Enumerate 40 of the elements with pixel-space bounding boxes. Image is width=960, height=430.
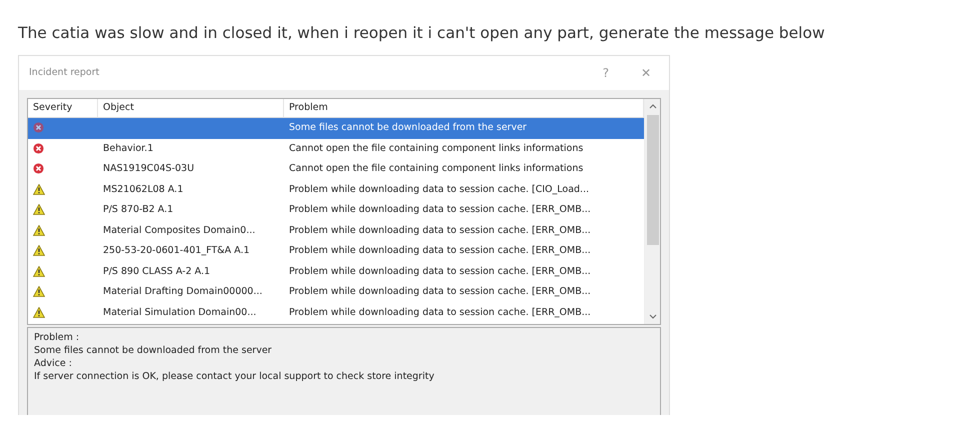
table-cell: Cannot open the file containing component links informations bbox=[289, 163, 584, 174]
table-cell: NAS1919C04S-03U bbox=[103, 163, 194, 174]
table-cell: P/S 890 CLASS A-2 A.1 bbox=[103, 266, 210, 277]
detail-text: Advice : bbox=[34, 357, 73, 370]
table-cell: Problem while downloading data to session cache. [ERR_OMB... bbox=[289, 306, 591, 318]
column-header[interactable]: Object bbox=[98, 99, 284, 117]
table-cell: Material Composites Domain0... bbox=[103, 224, 256, 236]
table-row[interactable]: NAS1919C04S-03U Cannot open the file containing component links informations bbox=[28, 159, 644, 180]
table-cell: MS21062L08 A.1 bbox=[103, 184, 184, 195]
scroll-down-icon[interactable] bbox=[648, 314, 656, 320]
table-row[interactable]: Material Drafting Domain00000... Problem while downloading data to session cache. [ERR_OMB... bbox=[28, 282, 644, 302]
table-cell: P/S 870-B2 A.1 bbox=[103, 204, 174, 216]
table-cell: Problem while downloading data to session cache. [ERR_OMB... bbox=[289, 286, 591, 298]
detail-text: Some files cannot be downloaded from the server bbox=[34, 344, 273, 357]
table-cell: Cannot open the file containing component links informations bbox=[289, 142, 584, 154]
table-row[interactable]: MS21062L08 A.1 Problem while downloading data to session cache. [CIO_Load... bbox=[28, 180, 644, 200]
caption-text: The catia was slow and in closed it, when i reopen it i can't open any part, generate the message below bbox=[17, 23, 826, 44]
table-row[interactable]: Material Simulation Domain00... Problem while downloading data to session cache. [ERR_OMB... bbox=[28, 302, 644, 323]
detail-text: Problem : bbox=[34, 331, 80, 344]
table-cell: Problem while downloading data to session cache. [ERR_OMB... bbox=[289, 266, 591, 277]
table-row[interactable]: Some files cannot be downloaded from the server bbox=[28, 118, 644, 138]
table-cell: 250-53-20-0601-401_FT&A A.1 bbox=[103, 245, 250, 256]
table-cell: Problem while downloading data to session cache. [ERR_OMB... bbox=[289, 245, 591, 256]
scroll-up-icon[interactable] bbox=[648, 103, 656, 109]
detail-text: If server connection is OK, please contact your local support to check store integrity bbox=[34, 370, 436, 383]
table-cell: Behavior.1 bbox=[103, 142, 154, 154]
table-row[interactable]: Behavior.1 Cannot open the file containing component links informations bbox=[28, 138, 644, 159]
table-row[interactable]: 250-53-20-0601-401_FT&A A.1 Problem while downloading data to session cache. [ERR_OMB... bbox=[28, 241, 644, 262]
table-cell: Problem while downloading data to session cache. [ERR_OMB... bbox=[289, 204, 591, 216]
table-cell: Some files cannot be downloaded from the server bbox=[289, 122, 527, 134]
table-cell: Problem while downloading data to session cache. [ERR_OMB... bbox=[289, 224, 591, 236]
table-cell: Material Drafting Domain00000... bbox=[103, 286, 262, 298]
table-row[interactable]: P/S 870-B2 A.1 Problem while downloading data to session cache. [ERR_OMB... bbox=[28, 200, 644, 220]
table-cell: Material Simulation Domain00... bbox=[103, 306, 256, 318]
table-cell: Problem while downloading data to session cache. [CIO_Load... bbox=[289, 184, 589, 195]
table-row[interactable]: P/S 890 CLASS A-2 A.1 Problem while downloading data to session cache. [ERR_OMB... bbox=[28, 262, 644, 282]
scrollbar[interactable] bbox=[644, 99, 660, 324]
column-header[interactable]: Severity bbox=[28, 99, 98, 117]
window-title: Incident report bbox=[29, 66, 100, 80]
table-row[interactable]: Material Composites Domain0... Problem while downloading data to session cache. [ERR_OMB... bbox=[28, 220, 644, 241]
